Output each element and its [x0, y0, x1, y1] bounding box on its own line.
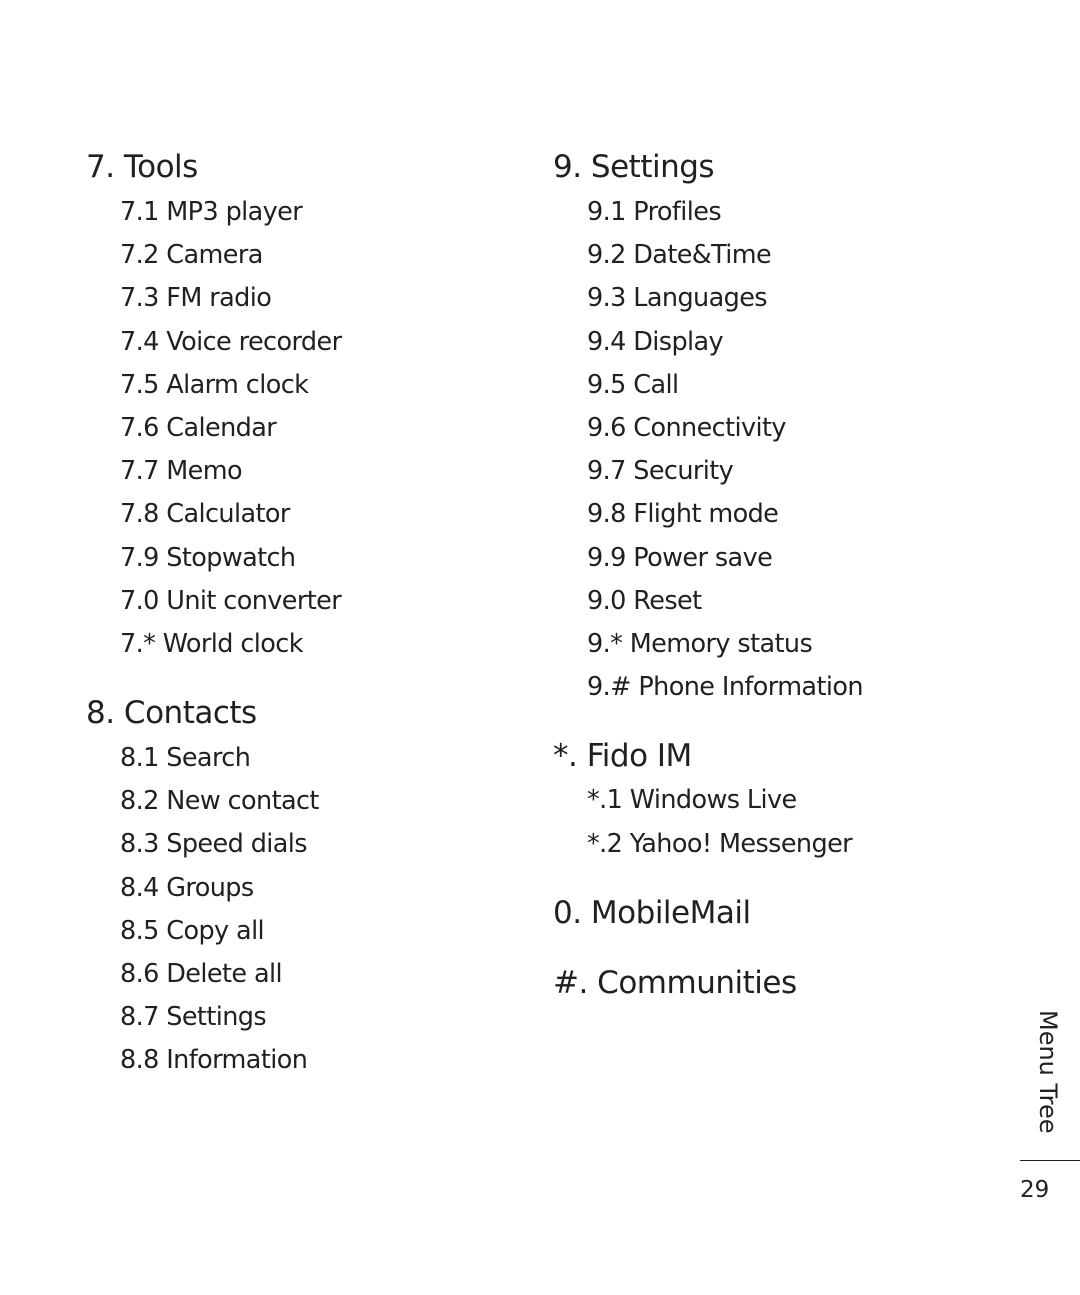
menu-item: 9.* Memory status: [587, 629, 813, 659]
menu-item: 9.3 Languages: [587, 283, 768, 314]
menu-item: 8.5 Copy all: [120, 915, 265, 946]
menu-item: 7.6 Calendar: [120, 413, 277, 443]
menu-item: 7.0 Unit converter: [120, 585, 342, 616]
menu-item: 7.9 Stopwatch: [120, 542, 296, 573]
footer-divider: [1020, 1160, 1080, 1161]
menu-item: 8.6 Delete all: [120, 959, 283, 989]
section-title-mobilemail: 0. MobileMail: [553, 895, 751, 931]
menu-item: 7.1 MP3 player: [120, 197, 303, 227]
menu-item: 7.* World clock: [120, 629, 303, 659]
section-label: Menu Tree: [1034, 1010, 1062, 1134]
page-number: 29: [1020, 1177, 1050, 1203]
section-title-fido-im: *. Fido IM: [553, 738, 692, 774]
menu-item: *.2 Yahoo! Messenger: [587, 829, 853, 859]
menu-item: 7.4 Voice recorder: [120, 326, 342, 357]
menu-item: 8.2 New contact: [120, 786, 319, 817]
menu-item: 8.3 Speed dials: [120, 829, 308, 860]
menu-item: 9.# Phone Information: [587, 672, 864, 703]
menu-item: 7.3 FM radio: [120, 283, 272, 314]
section-title-contacts: 8. Contacts: [86, 695, 257, 731]
menu-item: 9.6 Connectivity: [587, 413, 786, 443]
menu-item: 8.4 Groups: [120, 872, 254, 903]
menu-item: 7.5 Alarm clock: [120, 369, 309, 400]
menu-item: 9.9 Power save: [587, 542, 773, 573]
section-title-communities: #. Communities: [553, 965, 797, 1001]
menu-item: 9.4 Display: [587, 326, 724, 357]
menu-item: 7.8 Calculator: [120, 499, 290, 530]
menu-item: 9.2 Date&Time: [587, 240, 772, 271]
menu-item: *.1 Windows Live: [587, 785, 797, 815]
menu-item: 9.7 Security: [587, 456, 734, 487]
section-title-settings: 9. Settings: [553, 149, 715, 185]
menu-item: 9.5 Call: [587, 369, 679, 400]
menu-item: 8.8 Information: [120, 1045, 308, 1076]
section-title-tools: 7. Tools: [86, 149, 198, 185]
menu-item: 9.1 Profiles: [587, 197, 722, 227]
menu-item: 9.0 Reset: [587, 585, 702, 616]
menu-item: 8.1 Search: [120, 743, 251, 773]
menu-item: 9.8 Flight mode: [587, 499, 779, 530]
menu-item: 7.7 Memo: [120, 456, 243, 487]
menu-item: 7.2 Camera: [120, 240, 263, 271]
menu-item: 8.7 Settings: [120, 1002, 267, 1033]
